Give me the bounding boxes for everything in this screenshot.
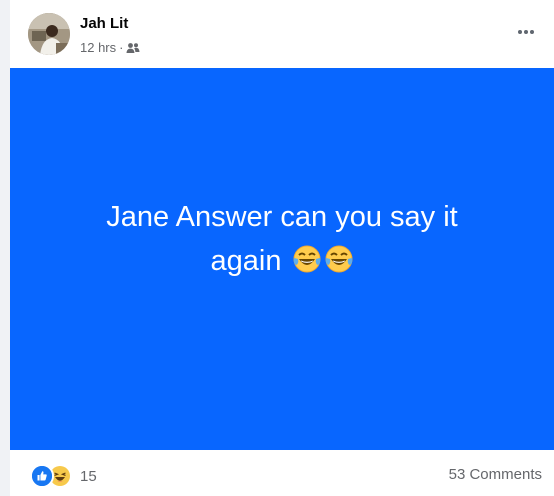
post-card: Jah Lit 12 hrs · Jane Answer can you say… xyxy=(10,0,554,496)
post-meta: 12 hrs · xyxy=(80,40,140,55)
like-icon xyxy=(30,464,54,488)
friends-icon[interactable] xyxy=(126,42,140,54)
post-text-line2: again xyxy=(210,245,282,277)
dot-icon xyxy=(518,30,522,34)
post-footer: 15 53 Comments xyxy=(10,450,554,496)
post-text: Jane Answer can you say it again xyxy=(62,195,502,283)
post-header: Jah Lit 12 hrs · xyxy=(10,0,554,68)
author-avatar[interactable] xyxy=(28,13,70,55)
dot-icon xyxy=(530,30,534,34)
post-time[interactable]: 12 hrs xyxy=(80,40,116,55)
post-text-line1: Jane Answer can you say it xyxy=(106,201,458,233)
meta-separator: · xyxy=(119,40,124,55)
laughing-tears-emoji-icon xyxy=(324,243,354,273)
reactions-summary[interactable]: 15 xyxy=(30,464,97,488)
comments-count-link[interactable]: 53 Comments xyxy=(449,466,542,483)
dot-icon xyxy=(524,30,528,34)
avatar-photo xyxy=(28,13,70,55)
laughing-tears-emoji-icon xyxy=(292,243,322,273)
reaction-count: 15 xyxy=(80,467,97,485)
author-name[interactable]: Jah Lit xyxy=(80,15,128,32)
more-options-button[interactable] xyxy=(512,18,540,46)
post-background[interactable]: Jane Answer can you say it again xyxy=(10,68,554,450)
